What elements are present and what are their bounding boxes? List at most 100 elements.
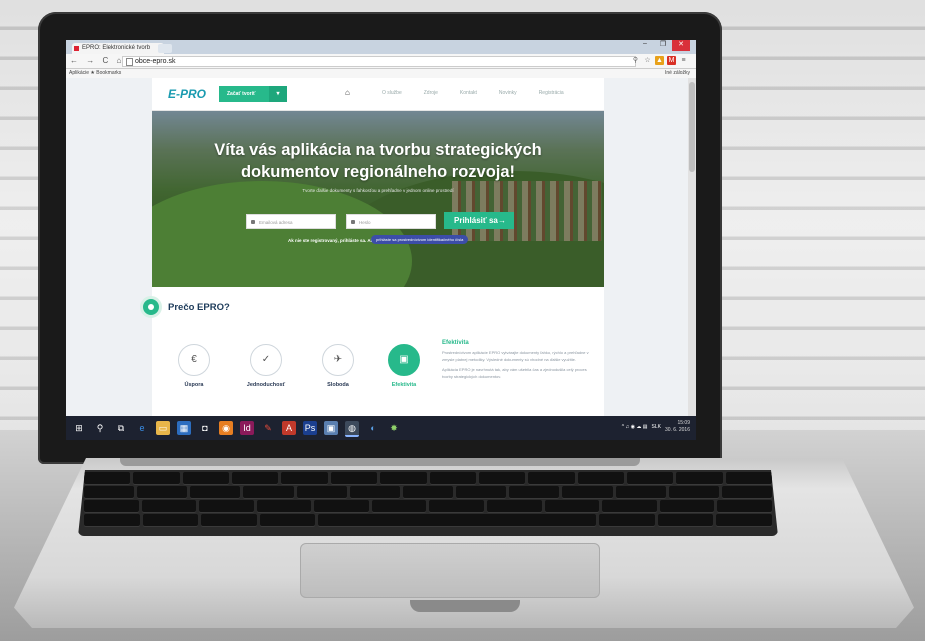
- hero-overlay: [152, 111, 604, 287]
- edge-icon[interactable]: e: [135, 421, 149, 435]
- bookmark-apps[interactable]: Aplikácie: [69, 70, 89, 76]
- laptop-screen: EPRO: Elektronické tvorb – ❐ ✕ ← → C ⌂ o…: [66, 40, 696, 440]
- gmail-icon[interactable]: M: [667, 56, 676, 65]
- url-input[interactable]: obce-epro.sk: [122, 56, 636, 67]
- menu-item[interactable]: Registrácia: [539, 90, 564, 96]
- arrow-right-icon: →: [498, 216, 506, 225]
- site-logo[interactable]: E-PRO: [168, 87, 206, 101]
- main-menu: O službe Zdroje Kontakt Novinky Registrá…: [382, 90, 564, 96]
- extension-icons: ⚲ ☆ ▲ M ≡: [631, 56, 688, 65]
- feature-label: Efektivita: [391, 382, 417, 388]
- close-button[interactable]: ✕: [672, 40, 690, 51]
- clock-time: 15:09: [677, 420, 690, 426]
- bookmark-bookmarks[interactable]: Bookmarks: [96, 70, 121, 76]
- site-header: E-PRO Začať tvoriť ▾ ⌂ O službe Zdroje Ko…: [152, 78, 604, 111]
- minimize-button[interactable]: –: [636, 40, 654, 51]
- bullet-icon: [140, 296, 162, 318]
- login-button[interactable]: Prihlásiť sa →: [444, 212, 514, 229]
- laptop-foot: [410, 600, 520, 612]
- language-indicator[interactable]: SLK: [652, 424, 661, 430]
- app-icon[interactable]: ◐: [366, 421, 380, 435]
- menu-item[interactable]: Kontakt: [460, 90, 477, 96]
- menu-icon[interactable]: ≡: [679, 56, 688, 65]
- euro-icon: €: [178, 344, 210, 376]
- browser-tabbar: EPRO: Elektronické tvorb – ❐ ✕: [66, 40, 696, 54]
- document-icon: ▣: [388, 344, 420, 376]
- lock-icon: [351, 220, 355, 224]
- start-button-label: Začať tvoriť: [227, 91, 256, 97]
- extension-icon[interactable]: ▲: [655, 56, 664, 65]
- app-icon[interactable]: ✸: [387, 421, 401, 435]
- efficiency-description: Efektivita Prostredníctvom aplikácie EPR…: [442, 340, 592, 380]
- chevron-down-icon[interactable]: ▾: [269, 86, 287, 102]
- email-input[interactable]: Emailová adresa: [246, 214, 336, 229]
- menu-item[interactable]: Zdroje: [424, 90, 438, 96]
- window-controls: – ❐ ✕: [636, 40, 690, 51]
- url-text: obce-epro.sk: [135, 58, 176, 65]
- features-list: € Úspora ✓ Jednoduchosť ✈ Sloboda ▣ Efek…: [164, 344, 434, 404]
- bookmarks-bar: Aplikácie ★ Bookmarks Iné záložky: [66, 69, 696, 78]
- app-icon[interactable]: ▣: [324, 421, 338, 435]
- feature-savings[interactable]: € Úspora: [164, 344, 224, 388]
- trackpad: [300, 543, 600, 598]
- bag-icon[interactable]: ◘: [198, 421, 212, 435]
- keyboard: [78, 470, 778, 536]
- address-bar: ← → C ⌂ obce-epro.sk ⚲ ☆ ▲ M ≡: [66, 54, 696, 69]
- why-section-heading: Prečo EPRO?: [140, 296, 230, 318]
- register-text: Ak nie ste registrovaný, prihláste sa. A…: [288, 238, 381, 243]
- menu-item[interactable]: O službe: [382, 90, 402, 96]
- start-button[interactable]: Začať tvoriť ▾: [219, 86, 287, 102]
- efficiency-text: Prostredníctvom aplikácie EPRO vytvárajt…: [442, 350, 589, 362]
- star-icon[interactable]: ☆: [643, 56, 652, 65]
- home-icon[interactable]: ⌂: [345, 88, 350, 97]
- id-login-button[interactable]: prihláste sa prostredníctvom identifikač…: [371, 235, 469, 244]
- nav-buttons[interactable]: ← → C ⌂: [70, 56, 124, 65]
- feature-efficiency[interactable]: ▣ Efektivita: [374, 344, 434, 388]
- new-tab-button[interactable]: [158, 44, 172, 53]
- app-icon[interactable]: ◉: [219, 421, 233, 435]
- password-input[interactable]: Heslo: [346, 214, 436, 229]
- why-title: Prečo EPRO?: [168, 301, 230, 313]
- browser-tab[interactable]: EPRO: Elektronické tvorb: [72, 43, 164, 54]
- hero-title: Víta vás aplikácia na tvorbu strategický…: [214, 141, 542, 181]
- file-explorer-icon[interactable]: ▭: [156, 421, 170, 435]
- plane-icon: ✈: [322, 344, 354, 376]
- feature-label: Sloboda: [327, 382, 349, 388]
- efficiency-heading: Efektivita: [442, 340, 469, 346]
- efficiency-text: Aplikácia EPRO je navrhnutá tak, aby vám…: [442, 367, 587, 379]
- taskbar: ⊞ ⚲ ⧉ e ▭ ▦ ◘ ◉ Id ✎ A Ps ▣ ◍ ◐ ✸ ^ ♫ ◉ …: [66, 416, 696, 440]
- windows-start-icon[interactable]: ⊞: [72, 421, 86, 435]
- chrome-icon[interactable]: ◍: [345, 421, 359, 437]
- feature-label: Úspora: [184, 382, 204, 388]
- app-icon[interactable]: ✎: [261, 421, 275, 435]
- maximize-button[interactable]: ❐: [654, 40, 672, 51]
- clock-date: 30. 6. 2016: [664, 427, 690, 433]
- laptop-hinge: [120, 458, 640, 466]
- menu-item[interactable]: Novinky: [499, 90, 517, 96]
- feature-simplicity[interactable]: ✓ Jednoduchosť: [236, 344, 296, 388]
- tray-icons[interactable]: ^ ♫ ◉ ☁ ▤: [622, 424, 648, 430]
- hero-subtitle: Tvorte ďalšie dokumenty s ľahkosťou a pr…: [302, 188, 454, 193]
- page-content: E-PRO Začať tvoriť ▾ ⌂ O službe Zdroje Ko…: [140, 78, 604, 416]
- task-view-icon[interactable]: ⧉: [114, 421, 128, 435]
- feature-freedom[interactable]: ✈ Sloboda: [308, 344, 368, 388]
- scrollbar-thumb[interactable]: [689, 82, 695, 172]
- email-placeholder: Emailová adresa: [259, 220, 293, 225]
- login-label: Prihlásiť sa: [454, 216, 498, 225]
- photoshop-icon[interactable]: Ps: [303, 421, 317, 435]
- bookmark-other[interactable]: Iné záložky: [665, 69, 690, 78]
- web-page: E-PRO Začať tvoriť ▾ ⌂ O službe Zdroje Ko…: [66, 78, 696, 416]
- hero-banner: Víta vás aplikácia na tvorbu strategický…: [152, 111, 604, 287]
- indesign-icon[interactable]: Id: [240, 421, 254, 435]
- zoom-icon[interactable]: ⚲: [631, 56, 640, 65]
- user-icon: [251, 220, 255, 224]
- search-icon[interactable]: ⚲: [93, 421, 107, 435]
- clock[interactable]: 15:09 30. 6. 2016: [665, 420, 690, 434]
- feature-label: Jednoduchosť: [246, 382, 286, 388]
- store-icon[interactable]: ▦: [177, 421, 191, 435]
- system-tray: ^ ♫ ◉ ☁ ▤ SLK 15:09 30. 6. 2016: [622, 420, 690, 434]
- tab-title: EPRO: Elektronické tvorb: [82, 45, 151, 51]
- check-icon: ✓: [250, 344, 282, 376]
- scrollbar[interactable]: [688, 78, 696, 416]
- acrobat-icon[interactable]: A: [282, 421, 296, 435]
